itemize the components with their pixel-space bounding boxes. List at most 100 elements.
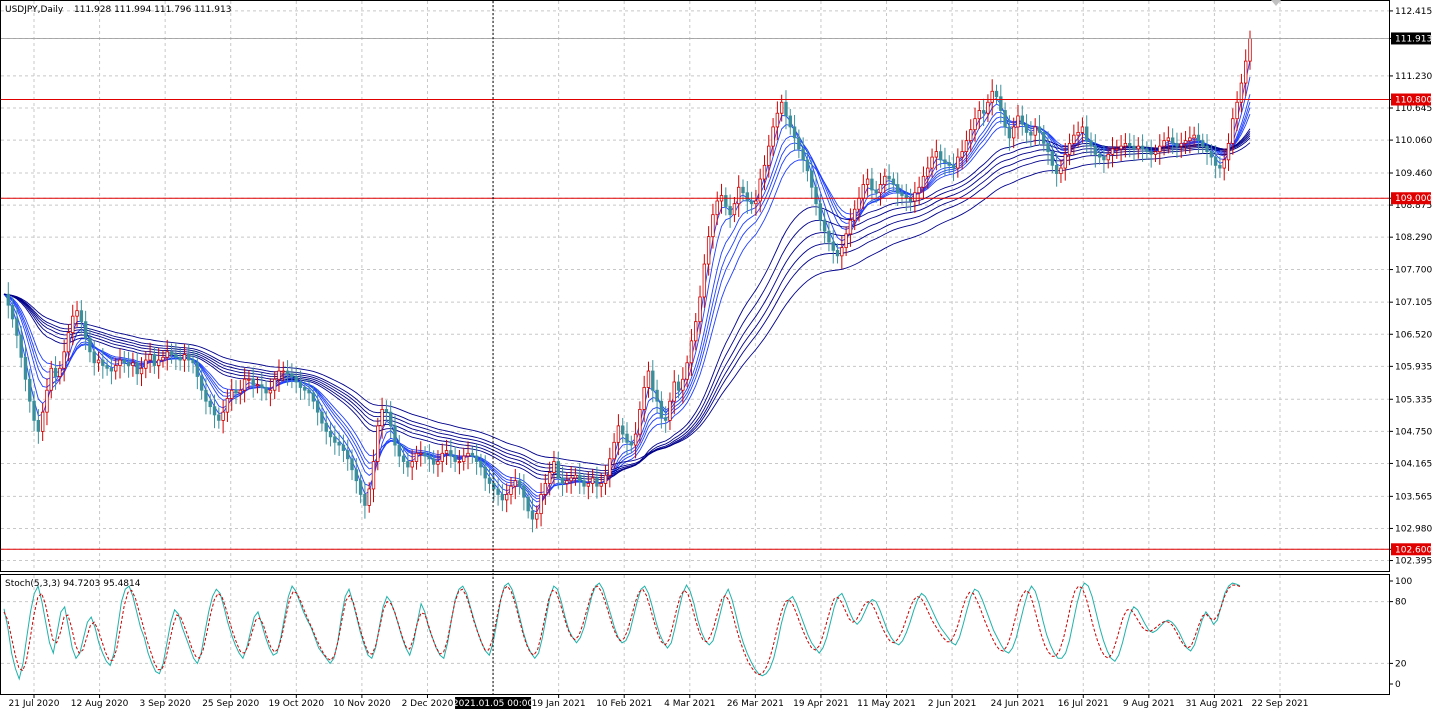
candle — [148, 342, 152, 374]
time-tick-label: 12 Aug 2020 — [71, 699, 129, 709]
candle — [586, 471, 591, 500]
candle — [621, 417, 625, 443]
candle — [767, 134, 771, 178]
price-tick-label: 102.395 — [1395, 557, 1432, 567]
time-tick-label: 11 May 2021 — [857, 699, 916, 709]
time-tick-label: 25 Sep 2020 — [202, 699, 259, 709]
candle — [573, 468, 578, 486]
candle — [642, 375, 646, 423]
price-tick-label: 104.750 — [1395, 427, 1432, 437]
stoch-tick-label: 100 — [1395, 577, 1412, 587]
candle — [251, 367, 255, 398]
candle — [474, 443, 479, 475]
candle — [1162, 132, 1166, 156]
horizontal-levels[interactable] — [1, 38, 1389, 550]
candle — [792, 114, 797, 152]
chart-canvas[interactable]: 112.415111.913111.230110.800110.645110.0… — [0, 0, 1434, 715]
level-badge-label: 109.000 — [1395, 194, 1432, 204]
current-price-label: 111.913 — [1395, 34, 1432, 44]
time-tick-label: 19 Apr 2021 — [793, 699, 849, 709]
candle — [517, 473, 522, 495]
candle — [315, 389, 320, 426]
candle — [560, 466, 565, 497]
candle — [427, 444, 432, 472]
candle — [775, 101, 780, 140]
price-tick-label: 107.700 — [1395, 266, 1432, 276]
candle — [225, 389, 230, 422]
candle — [891, 172, 896, 193]
candle — [79, 300, 84, 334]
candle — [1244, 49, 1248, 96]
candle — [599, 473, 603, 498]
candle — [732, 196, 737, 223]
candle — [109, 356, 114, 385]
candle — [994, 84, 999, 105]
candle — [1059, 159, 1063, 183]
candle — [384, 400, 389, 423]
stoch-tick-label: 20 — [1395, 659, 1407, 669]
candle — [921, 166, 926, 199]
candle — [590, 469, 595, 494]
candle — [1218, 156, 1222, 178]
time-tick-label: 4 Mar 2021 — [664, 699, 715, 709]
price-axis[interactable]: 112.415111.913111.230110.800110.645110.0… — [1389, 7, 1432, 567]
candle — [831, 230, 835, 264]
candle — [264, 380, 268, 401]
candle — [62, 339, 66, 382]
crosshair-time-label: 2021.01.05 00:00 — [453, 699, 534, 709]
candle — [844, 226, 848, 256]
candle — [294, 366, 298, 393]
candle — [230, 379, 234, 411]
candle — [1153, 144, 1158, 163]
candle — [668, 392, 672, 430]
candle — [1037, 115, 1042, 146]
time-tick-label: 22 Sep 2021 — [1251, 699, 1308, 709]
candle — [1072, 124, 1076, 156]
candle — [535, 505, 539, 529]
price-tick-label: 106.520 — [1395, 330, 1432, 340]
candle — [608, 447, 612, 488]
candle — [36, 409, 41, 444]
stoch-main-line — [3, 582, 1241, 681]
candle — [440, 443, 444, 473]
candle — [603, 464, 608, 495]
candle — [784, 90, 788, 130]
candle — [659, 391, 664, 429]
candle — [453, 446, 457, 473]
time-axis[interactable]: 21 Jul 2020 12 Aug 2020 3 Sep 2020 25 Sep 2… — [9, 694, 1309, 709]
candle — [878, 172, 883, 206]
candle — [771, 118, 775, 156]
candle — [814, 176, 818, 216]
chart-ohlc-label: 111.928 111.994 111.796 111.913 — [74, 5, 231, 15]
candle — [126, 351, 131, 378]
candle — [1145, 141, 1149, 160]
candle — [530, 498, 535, 533]
time-tick-label: 16 Jul 2021 — [1058, 699, 1109, 709]
candle — [513, 468, 517, 500]
price-tick-label: 105.335 — [1395, 395, 1432, 405]
candle — [1054, 153, 1059, 187]
candle — [900, 184, 904, 205]
price-grid — [1, 1, 1389, 571]
stoch-header-label: Stoch(5,3,3) 94.7203 95.4814 — [5, 579, 141, 589]
candle — [165, 339, 169, 371]
candle — [401, 444, 406, 474]
candle — [689, 328, 694, 376]
candle — [1020, 105, 1024, 136]
candle — [191, 350, 195, 374]
candle — [1175, 132, 1179, 158]
candle — [144, 351, 148, 379]
candle — [71, 304, 75, 346]
candle — [444, 439, 449, 465]
chart-window[interactable]: 112.415111.913111.230110.800110.645110.0… — [0, 0, 1434, 715]
level-badge-label: 102.600 — [1395, 545, 1432, 555]
candle — [1158, 134, 1162, 165]
candle — [307, 378, 311, 407]
candle — [1192, 126, 1196, 148]
price-tick-label: 103.565 — [1395, 492, 1432, 502]
candle — [1149, 139, 1153, 168]
time-tick-label: 21 Jul 2020 — [9, 699, 60, 709]
candle — [139, 357, 144, 387]
price-tick-label: 111.230 — [1395, 72, 1432, 82]
candle — [118, 348, 122, 379]
